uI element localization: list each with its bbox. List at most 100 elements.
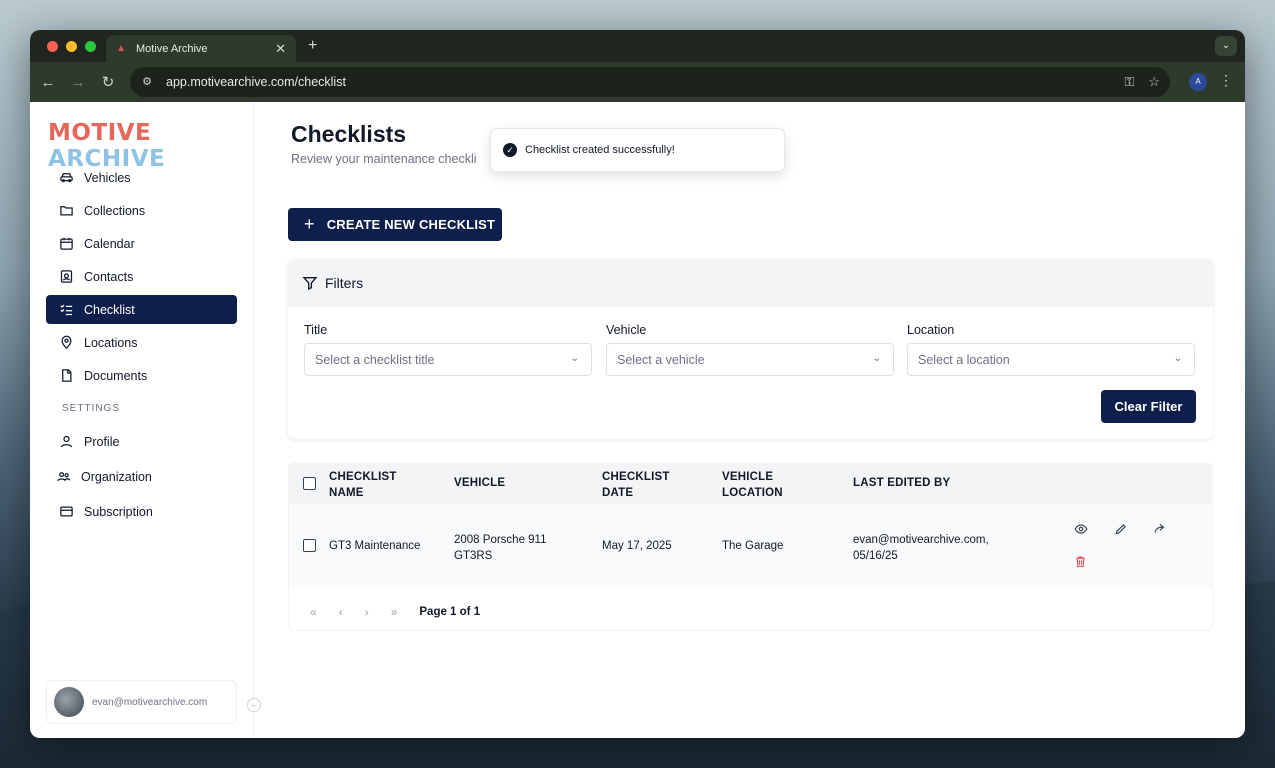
location-filter-label: Location (907, 323, 955, 337)
next-page-icon[interactable]: › (365, 605, 369, 619)
sidebar-item-contacts[interactable]: Contacts (46, 262, 237, 291)
car-icon (58, 170, 74, 186)
header-text: CHECKLIST (329, 471, 397, 483)
vehicle-filter-label: Vehicle (606, 323, 647, 337)
vehicle-filter: Vehicle Select a vehicle ⌄ (606, 323, 894, 376)
sidebar-nav: Vehicles Collections Calendar Contacts C… (46, 163, 237, 531)
table-row[interactable]: GT3 Maintenance 2008 Porsche 911 GT3RS M… (289, 504, 1212, 588)
sidebar-item-organization[interactable]: Organization (46, 461, 237, 492)
delete-trash-icon[interactable] (1074, 555, 1087, 571)
location-select-placeholder: Select a location (918, 352, 1010, 367)
view-eye-icon[interactable] (1074, 522, 1088, 539)
browser-window: ▲ Motive Archive ✕ + ⌄ ← → ↻ ⚙ app.motiv… (30, 30, 1245, 738)
header-text: NAME (329, 487, 364, 499)
select-all-checkbox[interactable] (303, 477, 316, 490)
header-text: VEHICLE (722, 471, 774, 483)
table-header: CHECKLIST NAME VEHICLE CHECKLIST DATE VE… (289, 464, 1212, 504)
checklist-table: CHECKLIST NAME VEHICLE CHECKLIST DATE VE… (288, 463, 1213, 631)
check-circle-icon: ✓ (503, 143, 517, 157)
create-checklist-label: CREATE NEW CHECKLIST (326, 217, 496, 232)
page-title: Checklists (291, 121, 407, 147)
sidebar-item-label: Profile (84, 434, 120, 449)
folder-icon (58, 203, 74, 219)
checklist-date: May 17, 2025 (602, 540, 672, 552)
editor-email: evan@motivearchive.com, (853, 534, 989, 546)
sidebar-item-label: Subscription (84, 504, 153, 519)
sidebar-item-checklist[interactable]: Checklist (46, 295, 237, 324)
sidebar-item-collections[interactable]: Collections (46, 196, 237, 225)
map-pin-icon (58, 335, 74, 351)
edit-pencil-icon[interactable] (1114, 522, 1128, 539)
sidebar-item-calendar[interactable]: Calendar (46, 229, 237, 258)
favicon-icon: ▲ (116, 42, 126, 54)
browser-profile-avatar[interactable]: A (1189, 73, 1207, 91)
checklist-icon (58, 302, 74, 318)
plus-icon: + (304, 214, 315, 234)
window-controls (47, 41, 96, 52)
sidebar-item-subscription[interactable]: Subscription (46, 496, 237, 527)
clear-filter-button[interactable]: Clear Filter (1101, 390, 1196, 423)
back-icon[interactable]: ← (33, 74, 63, 91)
credit-card-icon (58, 504, 74, 520)
browser-toolbar: ← → ↻ ⚙ app.motivearchive.com/checklist … (30, 62, 1245, 102)
tab-search-icon[interactable]: ⌄ (1215, 36, 1237, 56)
chevron-down-icon: ⌄ (570, 353, 579, 364)
reload-icon[interactable]: ↻ (93, 73, 123, 91)
forward-icon[interactable]: → (63, 74, 93, 91)
sidebar-item-vehicles[interactable]: Vehicles (46, 163, 237, 192)
first-page-icon[interactable]: « (310, 605, 317, 619)
key-icon[interactable]: ⚿ (1124, 74, 1134, 90)
user-email: evan@motivearchive.com (92, 696, 208, 708)
maximize-window-button[interactable] (85, 41, 96, 52)
column-header-vehicle[interactable]: VEHICLE (454, 477, 505, 489)
minimize-window-button[interactable] (66, 41, 77, 52)
column-header-location[interactable]: VEHICLE LOCATION (722, 469, 783, 501)
edited-date: 05/16/25 (853, 550, 898, 562)
close-window-button[interactable] (47, 41, 58, 52)
title-filter-label: Title (304, 323, 328, 337)
calendar-icon (58, 236, 74, 252)
column-header-date[interactable]: CHECKLIST DATE (602, 469, 670, 501)
sidebar-item-profile[interactable]: Profile (46, 426, 237, 457)
pagination: « ‹ › » Page 1 of 1 (289, 597, 1212, 627)
share-forward-icon[interactable] (1153, 522, 1167, 539)
app-container: MOTIVE ARCHIVE Vehicles Collections Cale… (30, 102, 1245, 738)
bookmark-star-icon[interactable]: ☆ (1148, 74, 1160, 90)
browser-menu-icon[interactable]: ⋮ (1219, 72, 1233, 89)
chevron-down-icon: ⌄ (872, 353, 881, 364)
previous-page-icon[interactable]: ‹ (339, 605, 343, 619)
url-text: app.motivearchive.com/checklist (166, 75, 346, 89)
header-text: CHECKLIST (602, 471, 670, 483)
chevron-down-icon: ⌄ (1173, 353, 1182, 364)
documents-icon (58, 368, 74, 384)
vehicle-name: 2008 Porsche 911 GT3RS (454, 532, 547, 564)
create-checklist-button[interactable]: + CREATE NEW CHECKLIST (288, 208, 502, 241)
location-select[interactable]: Select a location ⌄ (907, 343, 1195, 376)
filters-heading: Filters (325, 275, 364, 291)
address-bar[interactable]: ⚙ app.motivearchive.com/checklist ⚿ ☆ (130, 67, 1170, 97)
column-header-name[interactable]: CHECKLIST NAME (329, 469, 397, 501)
tab-close-icon[interactable]: ✕ (275, 41, 286, 57)
sidebar-item-locations[interactable]: Locations (46, 328, 237, 357)
tab-bar: ▲ Motive Archive ✕ + ⌄ (30, 30, 1245, 62)
vehicle-line: GT3RS (454, 550, 493, 562)
sidebar-item-label: Organization (81, 469, 152, 484)
new-tab-icon[interactable]: + (308, 37, 317, 55)
row-checkbox[interactable] (303, 539, 316, 552)
title-filter: Title Select a checklist title ⌄ (304, 323, 592, 376)
filter-icon (302, 277, 318, 291)
browser-tab[interactable]: ▲ Motive Archive ✕ (106, 35, 296, 62)
sidebar-item-label: Documents (84, 368, 148, 383)
page-info: Page 1 of 1 (419, 606, 481, 618)
title-select-placeholder: Select a checklist title (315, 352, 435, 367)
collapse-sidebar-icon[interactable]: ← (247, 698, 261, 712)
column-header-last-edited[interactable]: LAST EDITED BY (853, 477, 950, 489)
vehicle-select[interactable]: Select a vehicle ⌄ (606, 343, 894, 376)
last-page-icon[interactable]: » (391, 605, 398, 619)
sidebar-item-documents[interactable]: Documents (46, 361, 237, 390)
header-text: LOCATION (722, 487, 783, 499)
success-toast: ✓ Checklist created successfully! (490, 128, 785, 172)
user-menu[interactable]: evan@motivearchive.com (46, 680, 237, 724)
title-select[interactable]: Select a checklist title ⌄ (304, 343, 592, 376)
site-settings-icon[interactable]: ⚙ (138, 73, 156, 91)
